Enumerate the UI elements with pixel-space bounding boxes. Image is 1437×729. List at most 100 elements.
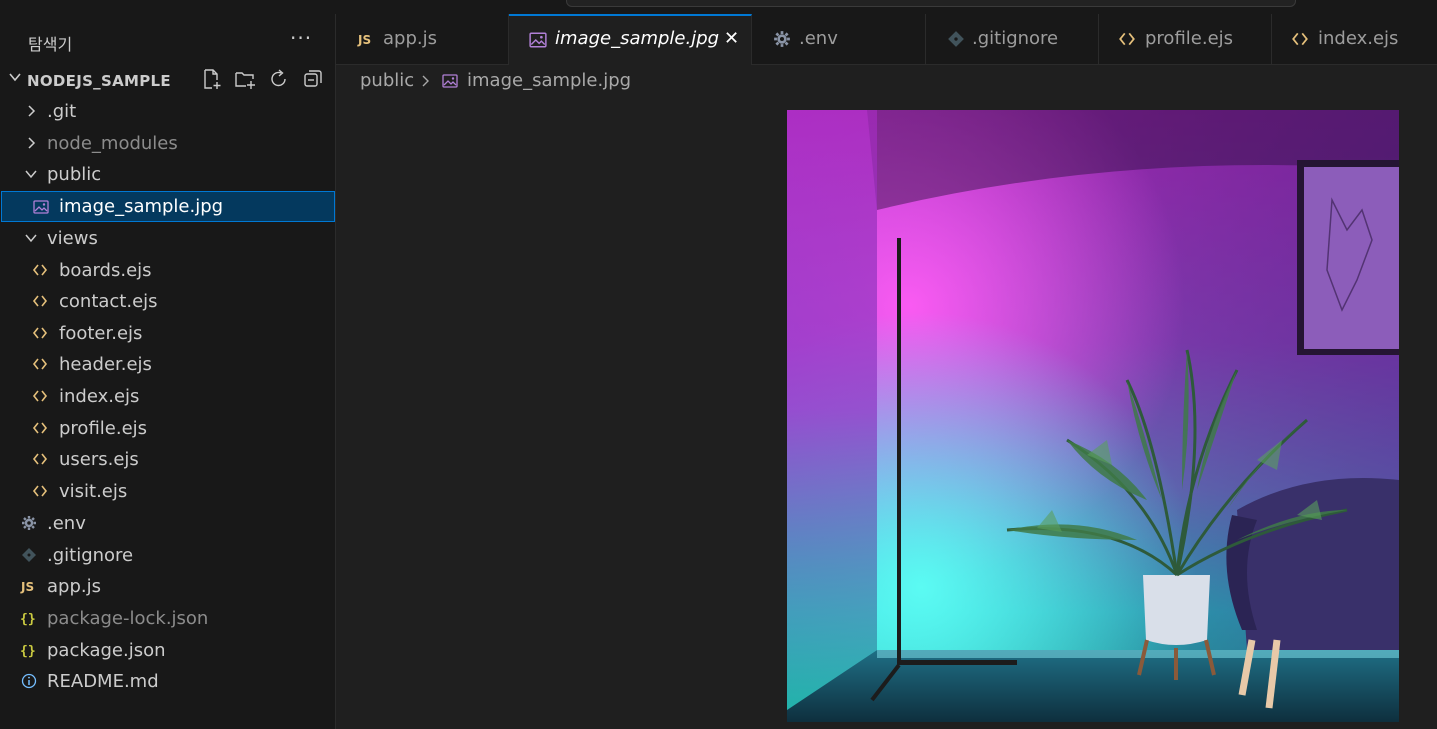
- breadcrumb-folder[interactable]: public: [360, 70, 414, 91]
- ejs-file-icon: [32, 264, 48, 276]
- tree-item-label: index.ejs: [59, 386, 140, 407]
- chevron-down-icon: [9, 73, 21, 82]
- chevron-down-icon: [25, 170, 37, 179]
- new-folder-button[interactable]: [234, 68, 258, 92]
- tree-item-label: node_modules: [47, 133, 178, 154]
- ejs-file-icon: [32, 358, 48, 370]
- close-tab-button[interactable]: ✕: [724, 28, 739, 49]
- tree-file-package-json[interactable]: {} package.json: [0, 635, 335, 666]
- chevron-right-icon: [28, 105, 36, 117]
- tree-item-label: .git: [47, 101, 77, 122]
- tree-item-label: footer.ejs: [59, 323, 143, 344]
- project-header[interactable]: NODEJS_SAMPLE: [0, 66, 336, 96]
- tree-file-package-lock-json[interactable]: {} package-lock.json: [0, 603, 335, 634]
- ejs-file-icon: [32, 485, 48, 497]
- git-diamond-icon: [22, 548, 36, 562]
- ejs-file-icon: [1119, 32, 1135, 46]
- explorer-sidebar: 탐색기 ··· NODEJS_SAMPLE .git node_modules: [0, 14, 336, 729]
- more-actions-button[interactable]: ···: [290, 26, 312, 50]
- gear-icon: [22, 516, 36, 530]
- tree-file-header-ejs[interactable]: header.ejs: [0, 349, 335, 380]
- tab-gitignore[interactable]: .gitignore: [926, 14, 1099, 64]
- tree-file-readme[interactable]: README.md: [0, 666, 335, 697]
- refresh-icon: [271, 69, 286, 87]
- editor-tab-bar: JS app.js image_sample.jpg ✕ .env .gitig…: [336, 14, 1437, 65]
- tree-item-label: .env: [47, 513, 86, 534]
- info-icon: [21, 673, 37, 689]
- preview-photo: [787, 110, 1399, 722]
- image-preview: [787, 110, 1399, 722]
- new-file-button[interactable]: [200, 68, 224, 92]
- tab-label: image_sample.jpg: [555, 28, 720, 49]
- git-diamond-icon: [948, 31, 964, 47]
- tree-item-label: package.json: [47, 640, 166, 661]
- ejs-file-icon: [32, 327, 48, 339]
- tree-item-label: image_sample.jpg: [59, 196, 224, 217]
- tab-index-ejs[interactable]: index.ejs: [1272, 14, 1437, 64]
- gear-icon: [774, 31, 790, 47]
- tree-item-label: package-lock.json: [47, 608, 209, 629]
- command-center[interactable]: [566, 0, 1296, 7]
- breadcrumb: public image_sample.jpg: [336, 65, 1437, 97]
- tree-item-label: visit.ejs: [59, 481, 128, 502]
- ejs-file-icon: [1292, 32, 1308, 46]
- breadcrumb-file[interactable]: image_sample.jpg: [467, 70, 631, 91]
- tree-folder-node-modules[interactable]: node_modules: [0, 128, 335, 159]
- tree-file-env[interactable]: .env: [0, 508, 335, 539]
- tree-file-image-sample[interactable]: image_sample.jpg: [1, 191, 335, 222]
- tree-item-label: README.md: [47, 671, 159, 692]
- tree-item-label: contact.ejs: [59, 291, 158, 312]
- tab-image-sample[interactable]: image_sample.jpg ✕: [509, 14, 752, 65]
- chevron-right-icon: [28, 137, 36, 149]
- tab-label: app.js: [383, 28, 437, 49]
- tree-file-visit-ejs[interactable]: visit.ejs: [0, 476, 335, 507]
- json-braces-icon: {}: [20, 644, 36, 658]
- tree-item-label: views: [47, 228, 98, 249]
- svg-text:{}: {}: [20, 644, 36, 658]
- tree-file-boards-ejs[interactable]: boards.ejs: [0, 255, 335, 286]
- svg-text:JS: JS: [357, 33, 371, 47]
- tree-item-label: app.js: [47, 576, 101, 597]
- ejs-file-icon: [32, 390, 48, 402]
- tab-label: .env: [799, 28, 838, 49]
- image-file-icon: [33, 200, 49, 214]
- chevron-right-icon: [422, 75, 429, 87]
- explorer-title: 탐색기: [28, 35, 73, 54]
- project-name: NODEJS_SAMPLE: [27, 72, 171, 90]
- ejs-file-icon: [32, 453, 48, 465]
- tab-label: profile.ejs: [1145, 28, 1234, 49]
- tab-env[interactable]: .env: [752, 14, 926, 64]
- tab-app-js[interactable]: JS app.js: [336, 14, 509, 64]
- javascript-icon: JS: [20, 580, 34, 594]
- tree-folder-git[interactable]: .git: [0, 96, 335, 127]
- tree-item-label: .gitignore: [47, 545, 134, 566]
- new-file-icon: [204, 69, 221, 89]
- tree-file-app-js[interactable]: JS app.js: [0, 571, 335, 602]
- tab-profile-ejs[interactable]: profile.ejs: [1099, 14, 1272, 64]
- json-braces-icon: {}: [20, 612, 36, 626]
- chevron-down-icon: [25, 234, 37, 243]
- tree-item-label: boards.ejs: [59, 260, 152, 281]
- tree-item-label: profile.ejs: [59, 418, 148, 439]
- tree-file-index-ejs[interactable]: index.ejs: [0, 381, 335, 412]
- javascript-icon: JS: [357, 33, 371, 47]
- tab-label: index.ejs: [1318, 28, 1399, 49]
- collapse-all-icon: [304, 70, 322, 87]
- tree-file-profile-ejs[interactable]: profile.ejs: [0, 413, 335, 444]
- tree-file-users-ejs[interactable]: users.ejs: [0, 444, 335, 475]
- tree-file-contact-ejs[interactable]: contact.ejs: [0, 286, 335, 317]
- refresh-button[interactable]: [268, 68, 292, 92]
- title-bar: [0, 0, 1437, 14]
- tree-item-label: header.ejs: [59, 354, 152, 375]
- svg-text:JS: JS: [20, 580, 34, 594]
- ejs-file-icon: [32, 422, 48, 434]
- tab-label: .gitignore: [972, 28, 1059, 49]
- tree-folder-views[interactable]: views: [0, 223, 335, 254]
- new-folder-icon: [235, 72, 255, 89]
- collapse-all-button[interactable]: [302, 68, 326, 92]
- ejs-file-icon: [32, 295, 48, 307]
- tree-folder-public[interactable]: public: [0, 159, 335, 190]
- tree-file-gitignore[interactable]: .gitignore: [0, 540, 335, 571]
- tree-item-label: public: [47, 164, 102, 185]
- tree-file-footer-ejs[interactable]: footer.ejs: [0, 318, 335, 349]
